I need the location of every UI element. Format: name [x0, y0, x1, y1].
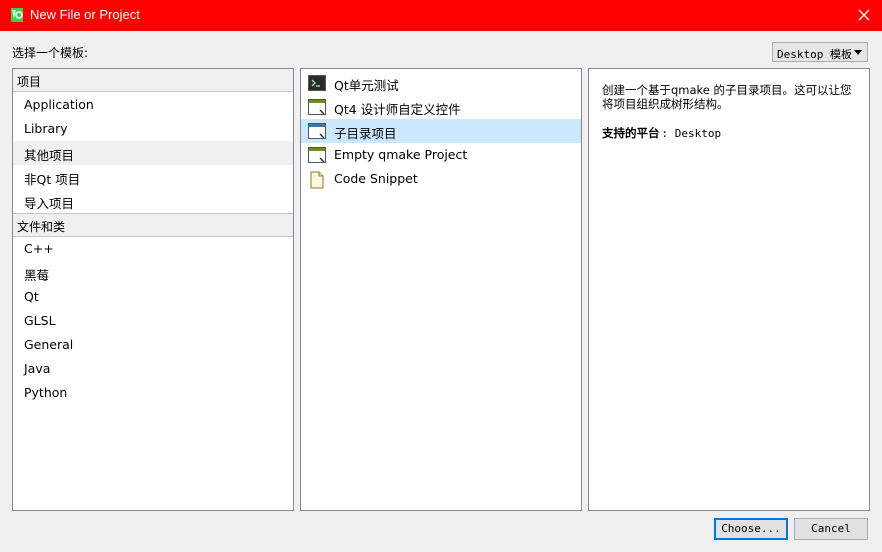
supported-platforms: 支持的平台: Desktop	[602, 125, 721, 141]
template-item-label: 子目录项目	[334, 126, 397, 141]
document-icon	[308, 171, 326, 189]
cancel-button[interactable]: Cancel	[794, 518, 868, 540]
template-item-designer-widget[interactable]: Qt4 设计师自定义控件	[301, 95, 581, 119]
category-header-label: 文件和类	[17, 220, 66, 234]
category-item-cpp[interactable]: C++	[13, 237, 293, 261]
template-description: 创建一个基于qmake 的子目录项目。这可以让您 将项目组织成树形结构。	[602, 83, 862, 111]
category-item-label: GLSL	[24, 313, 56, 328]
category-item-glsl[interactable]: GLSL	[13, 309, 293, 333]
supported-platforms-value: : Desktop	[661, 127, 722, 140]
category-item-label: Python	[24, 385, 68, 400]
category-item-blackberry[interactable]: 黑莓	[13, 261, 293, 285]
category-item-other-projects[interactable]: 其他项目	[13, 141, 293, 165]
template-list[interactable]: Qt单元测试 Qt4 设计师自定义控件 子目录项目 Empty qmake Pr…	[300, 68, 582, 511]
close-icon	[858, 9, 870, 21]
template-item-label: Qt4 设计师自定义控件	[334, 102, 461, 117]
window-icon	[308, 99, 326, 115]
category-item-label: Qt	[24, 289, 39, 304]
category-item-java[interactable]: Java	[13, 357, 293, 381]
category-item-general[interactable]: General	[13, 333, 293, 357]
category-item-label: Library	[24, 121, 68, 136]
title-bar: New File or Project	[0, 0, 882, 31]
description-line: 创建一个基于qmake 的子目录项目。这可以让您	[602, 83, 852, 97]
category-header-label: 项目	[17, 75, 42, 89]
template-item-label: Qt单元测试	[334, 78, 399, 93]
choose-button[interactable]: Choose...	[714, 518, 788, 540]
category-item-qt[interactable]: Qt	[13, 285, 293, 309]
category-header-files-classes: 文件和类	[13, 213, 293, 237]
template-item-empty-qmake-project[interactable]: Empty qmake Project	[301, 143, 581, 167]
category-item-label: C++	[24, 241, 54, 256]
template-item-label: Empty qmake Project	[334, 147, 468, 162]
template-description-panel: 创建一个基于qmake 的子目录项目。这可以让您 将项目组织成树形结构。 支持的…	[588, 68, 870, 511]
category-header-projects: 项目	[13, 69, 293, 92]
terminal-icon	[308, 75, 326, 91]
qt-creator-logo-icon	[9, 7, 25, 23]
template-item-qt-unit-test[interactable]: Qt单元测试	[301, 71, 581, 95]
category-item-label: Application	[24, 97, 94, 112]
template-item-code-snippet[interactable]: Code Snippet	[301, 167, 581, 191]
category-item-label: 非Qt 项目	[24, 172, 81, 187]
category-list[interactable]: 项目 Application Library 其他项目 非Qt 项目 导入项目 …	[12, 68, 294, 511]
close-button[interactable]	[846, 0, 882, 31]
template-item-subdirs-project[interactable]: 子目录项目	[301, 119, 581, 143]
category-item-label: General	[24, 337, 74, 352]
chevron-down-icon	[854, 50, 862, 55]
supported-platforms-label: 支持的平台	[602, 126, 660, 140]
category-item-library[interactable]: Library	[13, 117, 293, 141]
window-title: New File or Project	[30, 7, 140, 22]
category-item-label: 黑莓	[24, 268, 50, 283]
window-icon	[308, 147, 326, 163]
choose-template-label: 选择一个模板:	[12, 46, 89, 60]
category-item-label: 其他项目	[24, 148, 75, 163]
category-item-non-qt-project[interactable]: 非Qt 项目	[13, 165, 293, 189]
category-item-import-project[interactable]: 导入项目	[13, 189, 293, 213]
category-item-application[interactable]: Application	[13, 93, 293, 117]
template-filter-dropdown[interactable]: Desktop 模板	[772, 42, 868, 62]
template-item-label: Code Snippet	[334, 171, 418, 186]
category-item-label: Java	[24, 361, 51, 376]
description-line: 将项目组织成树形结构。	[602, 97, 729, 111]
category-item-python[interactable]: Python	[13, 381, 293, 405]
filter-value: Desktop 模板	[777, 48, 852, 61]
subdirs-window-icon	[308, 123, 326, 139]
category-item-label: 导入项目	[24, 196, 75, 211]
